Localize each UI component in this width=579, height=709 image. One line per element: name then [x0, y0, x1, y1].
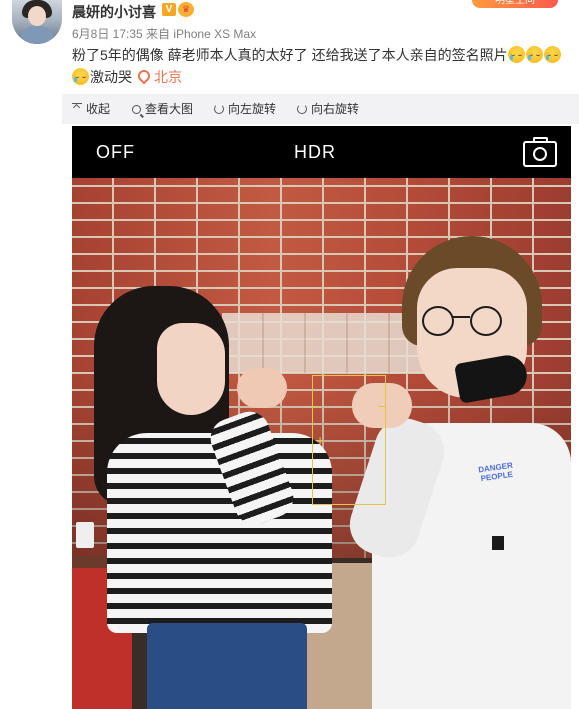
shirt-logo: DANGER PEOPLE [477, 460, 514, 484]
crying-emoji-icon [507, 46, 525, 63]
view-large-button[interactable]: 查看大图 [132, 94, 193, 124]
verified-badge-icon[interactable]: V [162, 3, 176, 16]
rotate-left-label: 向左旋转 [228, 102, 277, 116]
focus-crosshair-icon: + [316, 432, 325, 448]
avatar[interactable] [12, 0, 62, 44]
flash-off-label: OFF [96, 142, 135, 162]
location-link[interactable]: 北京 [135, 67, 182, 85]
rotate-left-icon [214, 104, 224, 114]
username-link[interactable]: 晨妍的小讨喜 [72, 2, 156, 22]
collapse-button[interactable]: 收起 [72, 94, 110, 124]
paper-cup [76, 522, 94, 548]
camera-topbar: OFF HDR [72, 126, 571, 178]
post-text: 粉了5年的偶像 薛老师本人真的太好了 还给我送了本人亲自的签名照片 激动哭 北京 [72, 44, 572, 88]
glasses-bridge [452, 316, 470, 318]
rotate-left-button[interactable]: 向左旋转 [214, 94, 276, 124]
glasses-left-lens [422, 306, 454, 336]
rotate-right-icon [297, 104, 307, 114]
vip-crown-icon[interactable]: ♛ [178, 2, 194, 17]
post-image[interactable]: OFF HDR DANGER PEOPLE + [72, 126, 571, 709]
image-toolbar: 收起 查看大图 向左旋转 向右旋转 [62, 94, 579, 124]
post-tail-text: 激动哭 [90, 69, 132, 85]
hdr-label: HDR [294, 142, 336, 162]
collapse-icon [72, 103, 82, 114]
post-body-text: 粉了5年的偶像 薛老师本人真的太好了 还给我送了本人亲自的签名照片 [72, 47, 508, 63]
zoom-icon [132, 105, 141, 114]
glasses-right-lens [470, 306, 502, 336]
weibo-post: 晨妍的小讨喜 V ♛ 明星空间 6月8日 17:35 来自 iPhone XS … [0, 0, 579, 709]
location-pin-icon [135, 67, 153, 85]
location-label: 北京 [154, 69, 182, 85]
avatar-face [28, 6, 46, 26]
girl-face [157, 323, 225, 415]
camera-icon [523, 137, 557, 167]
crying-emoji-icon [525, 46, 543, 63]
shirt-patch [492, 536, 504, 550]
rotate-right-label: 向右旋转 [311, 102, 360, 116]
girl-jeans [147, 623, 307, 709]
post-meta[interactable]: 6月8日 17:35 来自 iPhone XS Max [72, 25, 256, 42]
girl-hand [237, 368, 287, 408]
crying-emoji-icon [543, 46, 561, 63]
collapse-label: 收起 [86, 102, 111, 116]
avatar-body [20, 26, 54, 44]
crying-emoji-icon [72, 68, 89, 85]
view-large-label: 查看大图 [145, 102, 194, 116]
rotate-right-button[interactable]: 向右旋转 [297, 94, 359, 124]
star-space-tag[interactable]: 明星空间 [472, 0, 558, 8]
photo-scene: DANGER PEOPLE + [72, 178, 571, 709]
